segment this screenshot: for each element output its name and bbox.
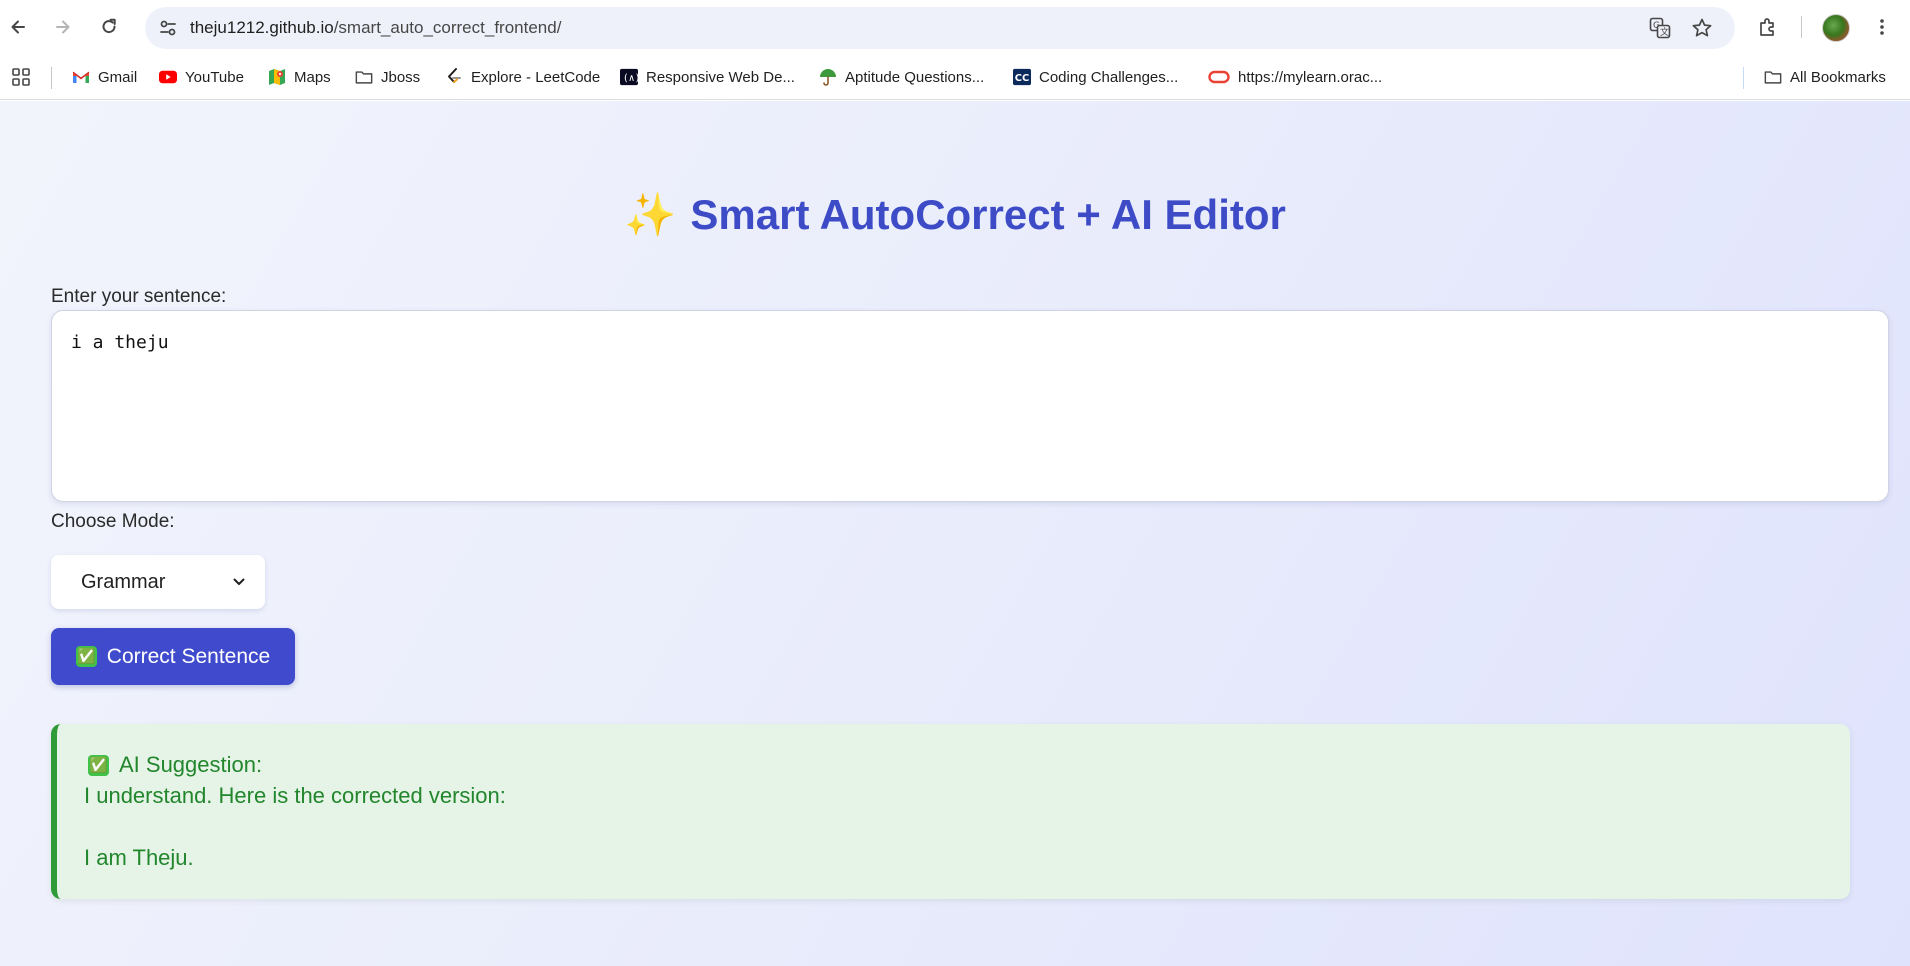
reload-button[interactable] bbox=[93, 11, 125, 43]
mode-label: Choose Mode: bbox=[51, 511, 175, 532]
bookmarks-bar: Gmail YouTube Maps Jboss Explore - LeetC… bbox=[0, 55, 1910, 100]
reload-icon bbox=[102, 18, 116, 34]
oracle-icon bbox=[1208, 68, 1230, 86]
sparkles-icon: ✨ bbox=[624, 191, 677, 238]
mode-select[interactable]: Grammar bbox=[51, 555, 265, 609]
bookmark-label: Coding Challenges... bbox=[1039, 68, 1179, 86]
back-button[interactable] bbox=[2, 11, 34, 43]
bookmarks-divider-right bbox=[1743, 67, 1744, 89]
bookmark-label: Explore - LeetCode bbox=[471, 68, 601, 86]
suggestion-line: I understand. Here is the corrected vers… bbox=[84, 783, 506, 808]
arrow-left-icon bbox=[11, 20, 25, 34]
svg-text:(∧): (∧) bbox=[623, 73, 638, 84]
cc-icon: CC bbox=[1013, 68, 1031, 86]
site-info-button[interactable] bbox=[153, 13, 183, 43]
bookmark-label: Gmail bbox=[98, 68, 138, 86]
address-bar[interactable]: theju1212.github.io/smart_auto_correct_f… bbox=[145, 7, 1735, 49]
suggestion-heading-text: AI Suggestion: bbox=[119, 752, 263, 777]
arrow-right-icon bbox=[56, 20, 70, 34]
bookmark-label: Aptitude Questions... bbox=[845, 68, 985, 86]
bookmark-jboss[interactable]: Jboss bbox=[355, 64, 420, 90]
correct-sentence-label: Correct Sentence bbox=[106, 644, 271, 668]
translate-button[interactable]: G文 bbox=[1647, 15, 1673, 41]
folder-icon bbox=[355, 68, 373, 86]
url-host: theju1212.github.io bbox=[190, 18, 334, 37]
translate-icon: G文 bbox=[1649, 17, 1671, 39]
folder-icon bbox=[1764, 68, 1782, 86]
umbrella-icon bbox=[819, 68, 837, 86]
bookmark-freecodecamp[interactable]: (∧) Responsive Web De... bbox=[620, 64, 795, 90]
browser-toolbar: theju1212.github.io/smart_auto_correct_f… bbox=[0, 0, 1910, 55]
star-icon bbox=[1692, 18, 1712, 37]
menu-button[interactable] bbox=[1866, 11, 1898, 43]
maps-icon bbox=[268, 68, 286, 86]
suggestion-heading: ✅ AI Suggestion: bbox=[88, 750, 1823, 780]
page-title-text: Smart AutoCorrect + AI Editor bbox=[690, 191, 1286, 238]
gmail-icon bbox=[72, 68, 90, 86]
apps-grid-icon bbox=[12, 68, 30, 86]
bookmark-youtube[interactable]: YouTube bbox=[159, 64, 244, 90]
url-path: /smart_auto_correct_frontend/ bbox=[333, 18, 562, 37]
url-text[interactable]: theju1212.github.io/smart_auto_correct_f… bbox=[190, 18, 561, 38]
bookmark-label: Responsive Web De... bbox=[646, 68, 795, 86]
profile-avatar[interactable] bbox=[1822, 14, 1850, 42]
svg-text:CC: CC bbox=[1015, 73, 1030, 84]
forward-button[interactable] bbox=[47, 11, 79, 43]
suggestion-line: I am Theju. bbox=[84, 845, 194, 870]
bookmark-coding-challenges[interactable]: CC Coding Challenges... bbox=[1013, 64, 1178, 90]
bookmark-gmail[interactable]: Gmail bbox=[72, 64, 137, 90]
freecodecamp-icon: (∧) bbox=[620, 68, 638, 86]
bookmark-oracle[interactable]: https://mylearn.orac... bbox=[1208, 64, 1382, 90]
correct-sentence-button[interactable]: ✅ Correct Sentence bbox=[51, 628, 295, 685]
all-bookmarks-button[interactable]: All Bookmarks bbox=[1764, 64, 1886, 90]
leetcode-icon bbox=[445, 68, 463, 86]
page-title: ✨ Smart AutoCorrect + AI Editor bbox=[0, 191, 1910, 240]
ai-suggestion-panel: ✅ AI Suggestion: I understand. Here is t… bbox=[51, 724, 1850, 899]
toolbar-divider bbox=[1801, 16, 1802, 38]
bookmark-leetcode[interactable]: Explore - LeetCode bbox=[445, 64, 600, 90]
bookmark-label: https://mylearn.orac... bbox=[1238, 68, 1383, 86]
check-icon: ✅ bbox=[88, 754, 109, 776]
youtube-icon bbox=[159, 68, 177, 86]
bookmarks-divider bbox=[51, 67, 52, 89]
suggestion-line bbox=[84, 811, 1823, 842]
apps-button[interactable] bbox=[12, 64, 30, 90]
puzzle-icon bbox=[1760, 18, 1774, 36]
tune-icon bbox=[160, 20, 176, 36]
app-page: ✨ Smart AutoCorrect + AI Editor Enter you… bbox=[0, 101, 1910, 966]
more-vert-icon bbox=[1880, 19, 1884, 35]
svg-text:文: 文 bbox=[1660, 26, 1669, 38]
sentence-input[interactable]: i a theju bbox=[51, 310, 1889, 502]
bookmark-maps[interactable]: Maps bbox=[268, 64, 331, 90]
chevron-down-icon bbox=[233, 578, 245, 585]
bookmark-label: Jboss bbox=[381, 68, 421, 86]
bookmark-aptitude[interactable]: Aptitude Questions... bbox=[819, 64, 984, 90]
bookmark-label: YouTube bbox=[185, 68, 244, 86]
sentence-label: Enter your sentence: bbox=[51, 286, 227, 307]
check-icon: ✅ bbox=[75, 646, 97, 667]
bookmark-star-button[interactable] bbox=[1689, 15, 1715, 41]
bookmark-label: Maps bbox=[294, 68, 331, 86]
mode-selected-value: Grammar bbox=[81, 570, 166, 593]
all-bookmarks-label: All Bookmarks bbox=[1790, 68, 1886, 86]
extensions-button[interactable] bbox=[1752, 11, 1784, 43]
